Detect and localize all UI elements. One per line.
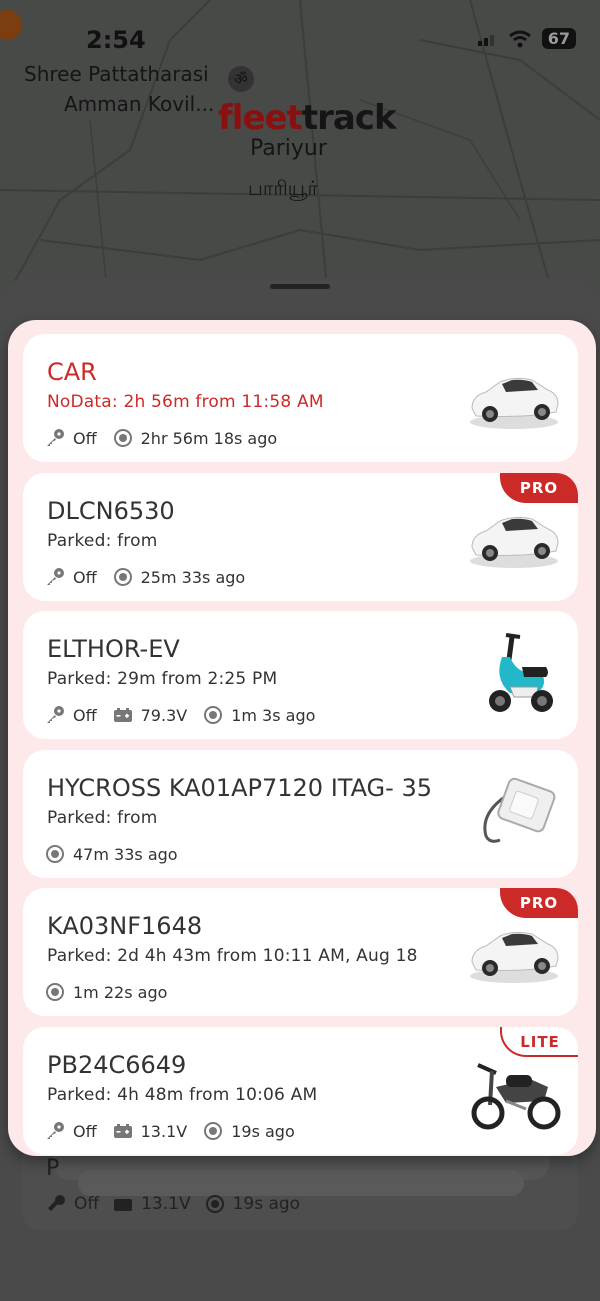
stack-card-shadow-2 (78, 1170, 524, 1196)
last-update: 47m 33s ago (45, 844, 178, 864)
last-update-text: 1m 3s ago (231, 705, 316, 725)
ignition-status-text: Off (73, 567, 97, 587)
signal-icon (477, 34, 494, 46)
last-update-text: 47m 33s ago (73, 844, 178, 864)
last-update: 1m 3s ago (203, 705, 315, 725)
battery-icon (113, 705, 133, 725)
gps-icon (205, 1195, 224, 1213)
vehicle-meta: Off 13.1V 19s ago (45, 1121, 311, 1141)
gps-icon (113, 428, 133, 448)
last-update-text: 2hr 56m 18s ago (140, 428, 278, 448)
tracker-device-image (466, 766, 562, 862)
last-update-text: 1m 22s ago (73, 982, 168, 1002)
background-item-title: P (46, 1156, 60, 1181)
key-icon (45, 567, 65, 587)
plan-badge: PRO (500, 888, 578, 918)
last-update: 2hr 56m 18s ago (113, 428, 278, 448)
vehicle-name: CAR (47, 358, 97, 386)
map-label-pariyur-tamil: பாரியூர் (248, 176, 318, 200)
vehicle-card-car[interactable]: CAR NoData: 2h 56m from 11:58 AM Off 2hr … (23, 334, 578, 462)
vehicle-name: KA03NF1648 (47, 912, 203, 940)
last-update: 25m 33s ago (113, 567, 246, 587)
vehicle-name: ELTHOR-EV (47, 635, 180, 663)
vehicle-meta: Off 25m 33s ago (45, 567, 261, 587)
vehicle-card-hycross-ka01ap7120-itag-35[interactable]: HYCROSS KA01AP7120 ITAG- 35 Parked: from… (23, 750, 578, 878)
vehicle-status: Parked: from (47, 531, 158, 551)
car-image (466, 489, 562, 585)
ignition-status: Off (45, 705, 97, 725)
ignition-status: Off (45, 1121, 97, 1141)
ignition-status: Off (45, 428, 97, 448)
vehicle-meta: 1m 22s ago (45, 982, 183, 1002)
gps-icon (45, 844, 65, 864)
background-item-meta: Off 13.1V 19s ago (46, 1194, 300, 1214)
ignition-status-text: Off (73, 1121, 97, 1141)
last-update-text: 19s ago (231, 1121, 295, 1141)
vehicle-status: Parked: 2d 4h 43m from 10:11 AM, Aug 18 (47, 946, 418, 966)
status-icons: 67 (477, 28, 576, 49)
car-image (466, 350, 562, 446)
battery-indicator: 67 (541, 28, 576, 49)
vehicle-status: Parked: 29m from 2:25 PM (47, 669, 278, 689)
fleettrack-logo: fleettrack (218, 98, 397, 138)
last-update-text: 25m 33s ago (140, 567, 246, 587)
vehicle-card-dlcn6530[interactable]: DLCN6530 Parked: from Off 25m 33s ago PRO (23, 473, 578, 601)
vehicle-meta: Off 2hr 56m 18s ago (45, 428, 293, 448)
key-icon (45, 428, 65, 448)
battery-icon (114, 1199, 133, 1211)
key-icon (48, 1195, 65, 1211)
plan-badge: PRO (500, 473, 578, 503)
gps-icon (45, 982, 65, 1002)
last-update: 19s ago (203, 1121, 295, 1141)
ignition-status-text: Off (73, 428, 97, 448)
map-label-temple: Shree Pattatharasi (24, 62, 209, 86)
battery-voltage: 13.1V (113, 1121, 188, 1141)
vehicle-status: NoData: 2h 56m from 11:58 AM (47, 392, 324, 412)
map-label-temple-2: Amman Kovil... (64, 92, 215, 116)
vehicle-status: Parked: from (47, 808, 158, 828)
battery-voltage: 79.3V (113, 705, 188, 725)
status-time: 2:54 (86, 26, 146, 54)
vehicle-name: PB24C6649 (47, 1051, 187, 1079)
vehicle-name: DLCN6530 (47, 497, 175, 525)
battery-icon (113, 1121, 133, 1141)
vehicle-card-pb24c6649[interactable]: PB24C6649 Parked: 4h 48m from 10:06 AM O… (23, 1027, 578, 1155)
ignition-status-text: Off (73, 705, 97, 725)
temple-icon: ॐ (228, 66, 254, 92)
last-update: 1m 22s ago (45, 982, 167, 1002)
gps-icon (203, 1121, 223, 1141)
vehicle-meta: 47m 33s ago (45, 844, 194, 864)
vehicle-list-popup: CAR NoData: 2h 56m from 11:58 AM Off 2hr … (8, 320, 596, 1156)
battery-voltage-text: 79.3V (140, 705, 188, 725)
vehicle-card-ka03nf1648[interactable]: KA03NF1648 Parked: 2d 4h 43m from 10:11 … (23, 888, 578, 1016)
key-icon (45, 1121, 65, 1141)
plan-badge: LITE (500, 1027, 578, 1057)
motorcycle-image (466, 1043, 562, 1139)
sheet-drag-handle[interactable] (270, 284, 330, 289)
ignition-status: Off (45, 567, 97, 587)
key-icon (45, 705, 65, 725)
gps-icon (113, 567, 133, 587)
car-image (466, 904, 562, 1000)
wifi-icon (508, 30, 531, 47)
vehicle-meta: Off 79.3V 1m 3s ago (45, 705, 331, 725)
battery-voltage-text: 13.1V (140, 1121, 188, 1141)
scooter-image (466, 627, 562, 723)
vehicle-status: Parked: 4h 48m from 10:06 AM (47, 1085, 318, 1105)
vehicle-name: HYCROSS KA01AP7120 ITAG- 35 (47, 774, 432, 802)
map-label-pariyur: Pariyur (250, 136, 327, 161)
gps-icon (203, 705, 223, 725)
vehicle-card-elthor-ev[interactable]: ELTHOR-EV Parked: 29m from 2:25 PM Off 79… (23, 611, 578, 739)
map-background[interactable]: 2:54 67 Shree Pattatharasi Amman Kovil..… (0, 0, 600, 320)
